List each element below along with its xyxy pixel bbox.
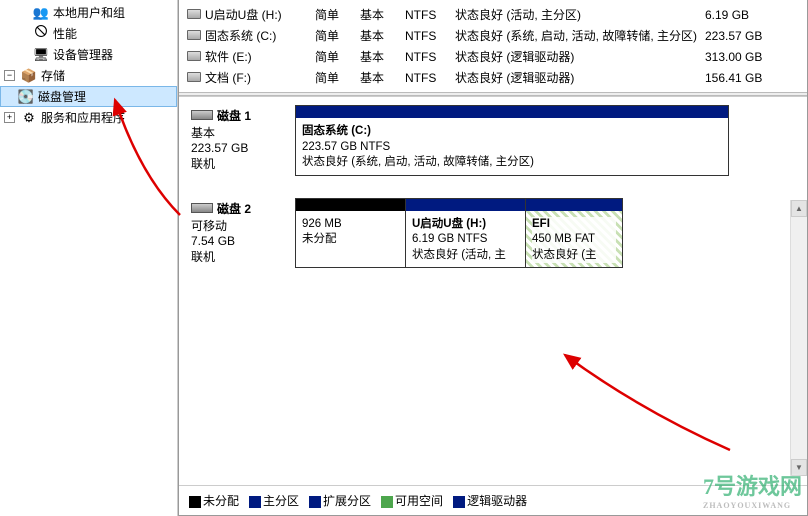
partition-name: 固态系统 (C:) (302, 124, 722, 140)
partition-status: 未分配 (302, 232, 399, 248)
vol-capacity: 6.19 GB (705, 8, 775, 22)
swatch-free-icon (381, 496, 393, 508)
partition-name: EFI (532, 217, 616, 233)
partition[interactable]: 926 MB 未分配 (296, 199, 406, 268)
vol-capacity: 223.57 GB (705, 29, 775, 43)
device-icon: 🖥 (33, 47, 49, 63)
scrollbar[interactable]: ▲ ▼ (790, 200, 807, 476)
sidebar-tree: 👥 本地用户和组 🛇 性能 🖥 设备管理器 📦 存储 💽 磁盘管理 ⚙ 服务和应… (0, 0, 178, 516)
vol-type: 基本 (360, 27, 405, 44)
disk-capacity: 7.54 GB (191, 234, 283, 248)
vol-name: 文档 (F:) (205, 69, 315, 86)
partition-bar (296, 106, 728, 118)
tree-item-services[interactable]: ⚙ 服务和应用程序 (0, 107, 177, 128)
disk-info[interactable]: 磁盘 1 基本 223.57 GB 联机 (187, 105, 287, 176)
disk-title: 磁盘 2 (191, 200, 283, 217)
swatch-logical-icon (453, 496, 465, 508)
disk-state: 联机 (191, 248, 283, 265)
partition-name: U启动U盘 (H:) (412, 217, 519, 233)
swatch-extended-icon (309, 496, 321, 508)
partition-status: 状态良好 (活动, 主 (412, 248, 519, 264)
disk-state: 联机 (191, 155, 283, 172)
vol-fs: NTFS (405, 29, 455, 43)
disk-row: 磁盘 1 基本 223.57 GB 联机 固态系统 (C:) 223.57 GB… (187, 105, 799, 176)
vol-fs: NTFS (405, 71, 455, 85)
disk-kind: 可移动 (191, 217, 283, 234)
vol-fs: NTFS (405, 8, 455, 22)
partition[interactable]: U启动U盘 (H:) 6.19 GB NTFS 状态良好 (活动, 主 (406, 199, 526, 268)
partition-bar (406, 199, 525, 211)
swatch-primary-icon (249, 496, 261, 508)
disk-map-panel: 磁盘 1 基本 223.57 GB 联机 固态系统 (C:) 223.57 GB… (179, 96, 807, 485)
disk-kind: 基本 (191, 124, 283, 141)
users-icon: 👥 (33, 5, 49, 21)
disk-mgmt-icon: 💽 (18, 89, 34, 105)
main-panel: U启动U盘 (H:) 简单 基本 NTFS 状态良好 (活动, 主分区) 6.1… (178, 0, 808, 516)
tree-item-disk-management[interactable]: 💽 磁盘管理 (0, 86, 177, 107)
volume-list: U启动U盘 (H:) 简单 基本 NTFS 状态良好 (活动, 主分区) 6.1… (179, 0, 807, 92)
swatch-unalloc-icon (189, 496, 201, 508)
drive-icon (187, 8, 205, 22)
vol-name: U启动U盘 (H:) (205, 6, 315, 23)
partition-bar (526, 199, 622, 211)
partition-status: 状态良好 (系统, 启动, 活动, 故障转储, 主分区) (302, 155, 722, 171)
partition-size: 223.57 GB NTFS (302, 140, 722, 156)
vol-name: 固态系统 (C:) (205, 27, 315, 44)
partition-size: 6.19 GB NTFS (412, 232, 519, 248)
disk-row: 磁盘 2 可移动 7.54 GB 联机 926 MB 未分配 U启动U盘 (H:… (187, 198, 799, 269)
volume-row[interactable]: 软件 (E:) 简单 基本 NTFS 状态良好 (逻辑驱动器) 313.00 G… (187, 46, 799, 67)
volume-row[interactable]: 文档 (F:) 简单 基本 NTFS 状态良好 (逻辑驱动器) 156.41 G… (187, 67, 799, 88)
vol-status: 状态良好 (逻辑驱动器) (455, 69, 705, 86)
vol-capacity: 156.41 GB (705, 71, 775, 85)
disk-info[interactable]: 磁盘 2 可移动 7.54 GB 联机 (187, 198, 287, 269)
partition-size: 926 MB (302, 217, 399, 233)
vol-capacity: 313.00 GB (705, 50, 775, 64)
vol-layout: 简单 (315, 27, 360, 44)
disk-capacity: 223.57 GB (191, 141, 283, 155)
vol-type: 基本 (360, 69, 405, 86)
partition-map: 固态系统 (C:) 223.57 GB NTFS 状态良好 (系统, 启动, 活… (295, 105, 729, 176)
tree-item-storage[interactable]: 📦 存储 (0, 65, 177, 86)
vol-layout: 简单 (315, 48, 360, 65)
vol-status: 状态良好 (活动, 主分区) (455, 6, 705, 23)
vol-status: 状态良好 (逻辑驱动器) (455, 48, 705, 65)
vol-type: 基本 (360, 6, 405, 23)
drive-icon (187, 71, 205, 85)
drive-icon (187, 29, 205, 43)
storage-icon: 📦 (21, 68, 37, 84)
watermark: 7号游戏网 ZHAOYOUXIWANG (703, 469, 802, 510)
vol-layout: 简单 (315, 6, 360, 23)
partition-status: 状态良好 (主 (532, 248, 616, 264)
scroll-up-icon[interactable]: ▲ (791, 200, 807, 217)
vol-fs: NTFS (405, 50, 455, 64)
partition-size: 450 MB FAT (532, 232, 616, 248)
disk-icon (191, 203, 213, 213)
partition-bar (296, 199, 405, 211)
volume-row[interactable]: 固态系统 (C:) 简单 基本 NTFS 状态良好 (系统, 启动, 活动, 故… (187, 25, 799, 46)
drive-icon (187, 50, 205, 64)
tree-item-users[interactable]: 👥 本地用户和组 (0, 2, 177, 23)
disk-title: 磁盘 1 (191, 107, 283, 124)
vol-status: 状态良好 (系统, 启动, 活动, 故障转储, 主分区) (455, 27, 705, 44)
disk-icon (191, 110, 213, 120)
tree-item-performance[interactable]: 🛇 性能 (0, 23, 177, 44)
perf-icon: 🛇 (33, 26, 49, 42)
vol-type: 基本 (360, 48, 405, 65)
tree-item-device-manager[interactable]: 🖥 设备管理器 (0, 44, 177, 65)
volume-row[interactable]: U启动U盘 (H:) 简单 基本 NTFS 状态良好 (活动, 主分区) 6.1… (187, 4, 799, 25)
partition-map: 926 MB 未分配 U启动U盘 (H:) 6.19 GB NTFS 状态良好 … (295, 198, 623, 269)
vol-name: 软件 (E:) (205, 48, 315, 65)
partition[interactable]: 固态系统 (C:) 223.57 GB NTFS 状态良好 (系统, 启动, 活… (296, 106, 728, 175)
services-icon: ⚙ (21, 110, 37, 126)
partition[interactable]: EFI 450 MB FAT 状态良好 (主 (526, 199, 622, 268)
vol-layout: 简单 (315, 69, 360, 86)
